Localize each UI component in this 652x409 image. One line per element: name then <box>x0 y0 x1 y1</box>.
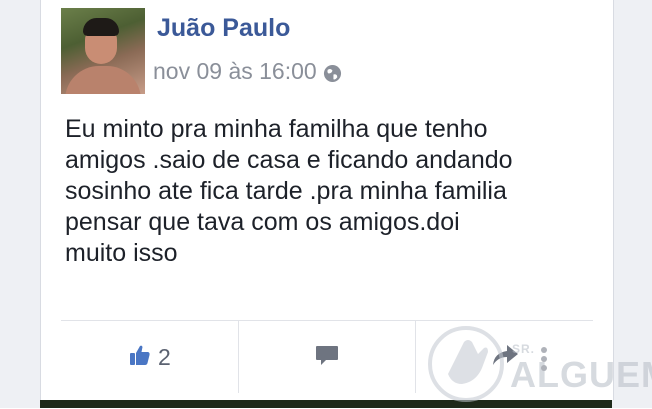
avatar-hair <box>83 18 119 36</box>
globe-icon <box>323 62 342 83</box>
like-button[interactable]: 2 <box>61 321 239 393</box>
post-text-line: Eu minto pra minha familha que tenho <box>65 115 488 143</box>
more-vertical-icon[interactable] <box>540 346 548 377</box>
watermark-title: ALGUEM <box>510 354 652 395</box>
avatar-shoulders <box>65 66 141 94</box>
avatar[interactable] <box>61 8 145 94</box>
watermark-hand-logo <box>426 324 506 409</box>
post-timestamp[interactable]: nov 09 às 16:00 <box>153 58 317 85</box>
thumbs-up-icon <box>128 343 152 372</box>
post-meta: nov 09 às 16:00 <box>153 58 342 85</box>
post-text-line: amigos .saio de casa e ficando andando <box>65 146 513 174</box>
post-body: Eu minto pra minha familha que tenho ami… <box>65 114 605 269</box>
post-text-line: pensar que tava com os amigos.doi <box>65 208 460 236</box>
comment-icon <box>314 342 340 373</box>
author-name[interactable]: Juão Paulo <box>157 14 290 43</box>
post-text-line: muito isso <box>65 239 178 267</box>
post-text-line: sosinho ate fica tarde .pra minha famili… <box>65 177 507 205</box>
comment-button[interactable] <box>239 321 417 393</box>
like-count: 2 <box>157 343 171 370</box>
watermark: SR. ALGUEM <box>420 318 652 409</box>
